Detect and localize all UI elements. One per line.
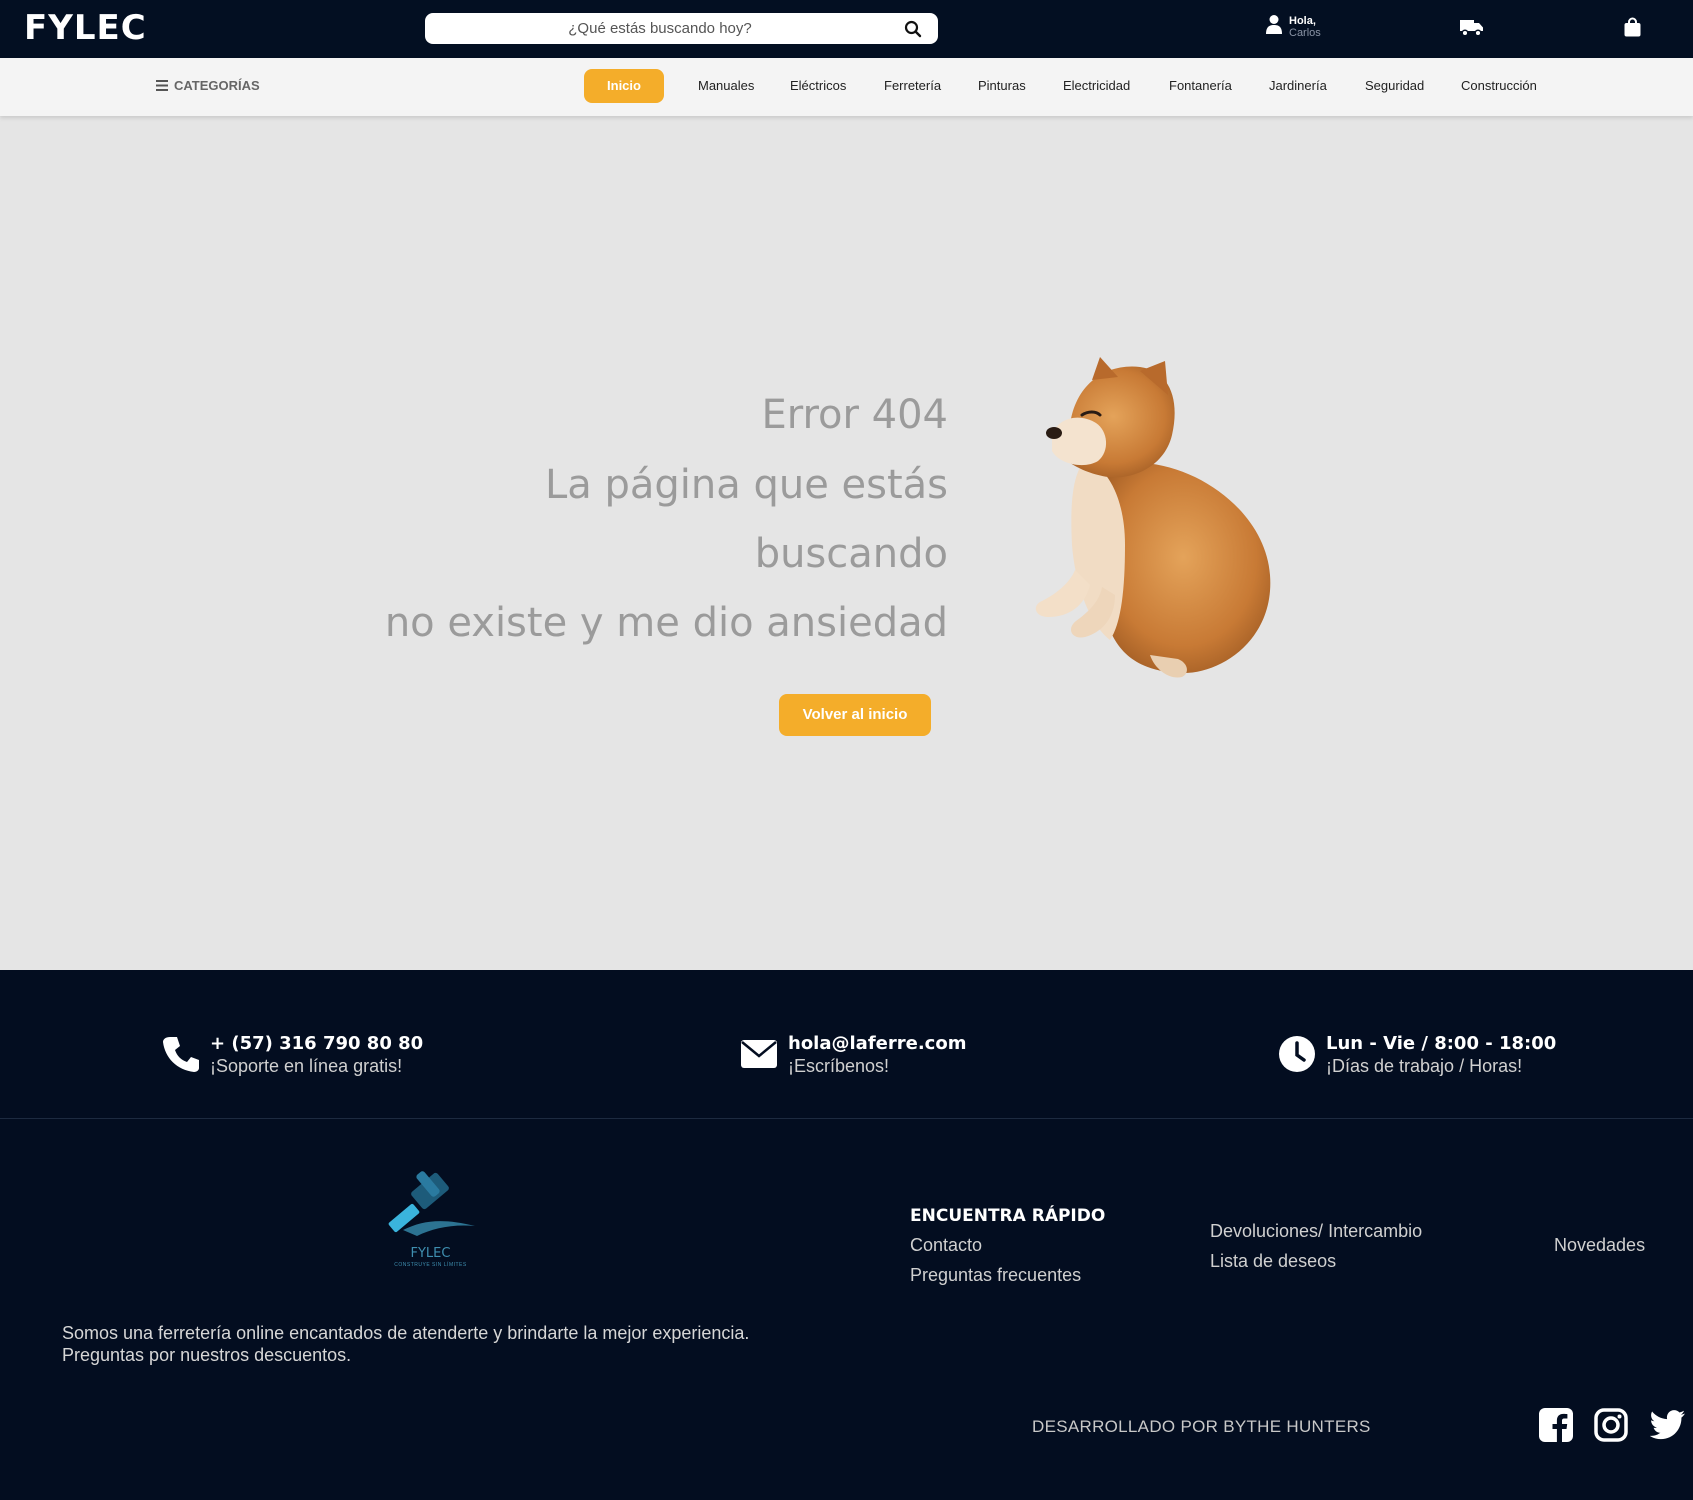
site-footer: + (57) 316 790 80 80 ¡Soporte en línea g… — [0, 970, 1693, 1500]
user-greeting: Hola, — [1289, 14, 1316, 27]
search-icon[interactable] — [904, 20, 922, 43]
shopping-bag-icon[interactable] — [1624, 17, 1641, 42]
back-home-button[interactable]: Volver al inicio — [779, 694, 931, 736]
contact-phone[interactable]: + (57) 316 790 80 80 ¡Soporte en línea g… — [162, 1033, 423, 1078]
error-message-line3: no existe y me dio ansiedad — [384, 600, 948, 646]
footer-link-deseos[interactable]: Lista de deseos — [1210, 1251, 1336, 1272]
contact-hours-sub: ¡Días de trabajo / Horas! — [1326, 1056, 1523, 1076]
footer-link-preguntas[interactable]: Preguntas frecuentes — [910, 1265, 1081, 1286]
nav-item-electricos[interactable]: Eléctricos — [790, 78, 846, 93]
nav-item-construccion[interactable]: Construcción — [1461, 78, 1537, 93]
contact-phone-sub: ¡Soporte en línea gratis! — [210, 1056, 403, 1076]
categories-menu[interactable]: CATEGORÍAS — [156, 78, 260, 93]
error-message-line1: La página que estás — [544, 462, 948, 508]
twitter-icon[interactable] — [1649, 1408, 1686, 1445]
nav-item-inicio[interactable]: Inicio — [584, 69, 664, 103]
nav-item-seguridad[interactable]: Seguridad — [1365, 78, 1424, 93]
about-line-2: Preguntas por nuestros descuentos. — [62, 1345, 352, 1365]
footer-about: Somos una ferretería online encantados d… — [62, 1322, 749, 1366]
clock-icon — [1278, 1035, 1316, 1078]
contact-email-sub: ¡Escríbenos! — [788, 1056, 890, 1076]
nav-item-manuales[interactable]: Manuales — [698, 78, 754, 93]
footer-link-novedades[interactable]: Novedades — [1554, 1235, 1645, 1256]
contact-hours-title: Lun - Vie / 8:00 - 18:00 — [1326, 1033, 1557, 1054]
user-name: Carlos — [1289, 26, 1321, 39]
search-input[interactable] — [425, 13, 895, 44]
footer-logo-hammer-icon — [388, 1171, 475, 1236]
footer-link-devoluciones[interactable]: Devoluciones/ Intercambio — [1210, 1221, 1422, 1242]
category-nav: CATEGORÍAS Inicio Manuales Eléctricos Fe… — [0, 58, 1693, 116]
top-header: FYLEC Hola, Carlos — [0, 0, 1693, 58]
footer-link-contacto[interactable]: Contacto — [910, 1235, 982, 1256]
nav-item-pinturas[interactable]: Pinturas — [978, 78, 1026, 93]
hamburger-icon — [156, 80, 168, 91]
sitting-dog-image — [1035, 357, 1271, 678]
contact-email[interactable]: hola@laferre.com ¡Escríbenos! — [740, 1033, 966, 1077]
phone-icon — [162, 1035, 200, 1078]
truck-icon[interactable] — [1460, 18, 1484, 42]
user-account[interactable]: Hola, Carlos — [1265, 14, 1321, 39]
contact-email-address: hola@laferre.com — [788, 1033, 967, 1054]
site-logo[interactable]: FYLEC — [24, 8, 147, 48]
contact-strip: + (57) 316 790 80 80 ¡Soporte en línea g… — [0, 970, 1693, 1119]
error-message-line2: buscando — [754, 531, 948, 577]
nav-item-fontaneria[interactable]: Fontanería — [1169, 78, 1232, 93]
instagram-icon[interactable] — [1594, 1408, 1628, 1447]
nav-item-ferreteria[interactable]: Ferretería — [884, 78, 941, 93]
footer-logo-tagline: CONSTRUYE SIN LÍMITES — [394, 1262, 467, 1268]
about-line-1: Somos una ferretería online encantados d… — [62, 1323, 750, 1343]
facebook-icon[interactable] — [1539, 1408, 1573, 1447]
search-bar[interactable] — [425, 13, 938, 44]
developer-credit: DESARROLLADO POR BYTHE HUNTERS — [1032, 1417, 1371, 1436]
contact-phone-number: + (57) 316 790 80 80 — [210, 1033, 424, 1054]
footer-logo-text: FYLEC — [410, 1246, 451, 1261]
nav-item-electricidad[interactable]: Electricidad — [1063, 78, 1130, 93]
nav-item-jardineria[interactable]: Jardinería — [1269, 78, 1327, 93]
envelope-icon — [740, 1035, 778, 1074]
contact-hours: Lun - Vie / 8:00 - 18:00 ¡Días de trabaj… — [1278, 1033, 1556, 1078]
error-code: Error 404 — [761, 392, 948, 438]
user-icon — [1265, 14, 1283, 39]
categories-label: CATEGORÍAS — [174, 78, 260, 93]
quick-links-heading: ENCUENTRA RÁPIDO — [910, 1206, 1106, 1226]
